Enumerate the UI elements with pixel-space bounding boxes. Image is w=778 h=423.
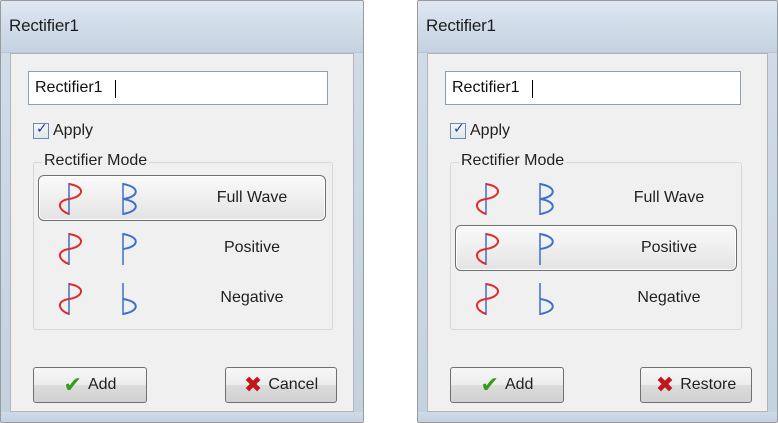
mode-full-wave[interactable]: Full Wave — [455, 175, 737, 221]
checkmark-icon: ✔ — [63, 372, 82, 398]
name-input[interactable] — [445, 71, 741, 105]
mode-positive[interactable]: Positive — [455, 225, 737, 271]
rectifier-dialog-left: Rectifier1 Apply Rectifier Mode Full Wav… — [0, 0, 364, 423]
mode-label: Full Wave — [633, 189, 705, 206]
rectifier-mode-group: Rectifier Mode Full Wave Positive Negati… — [33, 152, 333, 330]
window-frame — [354, 53, 363, 422]
positive-half-wave-icon — [539, 233, 554, 265]
window-frame — [418, 412, 777, 422]
group-label: Rectifier Mode — [459, 152, 567, 170]
sine-wave-icon — [476, 183, 499, 215]
sine-wave-icon — [59, 183, 82, 215]
mode-label: Positive — [640, 239, 698, 256]
name-input[interactable] — [28, 71, 328, 105]
rectifier-mode-group: Rectifier Mode Full Wave Positive Negati… — [450, 152, 742, 330]
mode-negative[interactable]: Negative — [455, 275, 737, 321]
mode-label: Positive — [223, 239, 281, 256]
window-frame — [768, 53, 777, 422]
apply-checkbox[interactable] — [33, 121, 49, 139]
apply-label: Apply — [470, 122, 511, 139]
add-button-label: Add — [87, 376, 117, 393]
restore-button[interactable]: ✖ Restore — [640, 367, 752, 403]
add-button-label: Add — [504, 376, 534, 393]
positive-half-wave-icon — [122, 233, 137, 265]
cancel-button-label: Cancel — [268, 376, 319, 393]
text-caret — [115, 80, 116, 98]
negative-half-wave-icon — [539, 283, 554, 315]
mode-positive[interactable]: Positive — [38, 225, 326, 271]
dialog-title: Rectifier1 — [9, 16, 79, 35]
sine-wave-icon — [59, 283, 82, 315]
sine-wave-icon — [476, 233, 499, 265]
mode-full-wave[interactable]: Full Wave — [38, 175, 326, 221]
text-caret — [532, 80, 533, 98]
sine-wave-icon — [59, 233, 82, 265]
dialog-client-area: Apply Rectifier Mode Full Wave — [10, 53, 354, 412]
dialog-titlebar[interactable]: Rectifier1 — [418, 1, 777, 53]
mode-label: Full Wave — [216, 189, 288, 206]
add-button[interactable]: ✔ Add — [33, 367, 147, 403]
negative-half-wave-icon — [122, 283, 137, 315]
rectifier-dialog-right: Rectifier1 Apply Rectifier Mode Full Wav… — [417, 0, 778, 423]
sine-wave-icon — [476, 283, 499, 315]
apply-checkbox-row[interactable]: Apply — [450, 121, 510, 141]
dialog-client-area: Apply Rectifier Mode Full Wave — [427, 53, 768, 412]
dialog-title: Rectifier1 — [426, 16, 496, 35]
mode-label: Negative — [220, 289, 284, 306]
group-label: Rectifier Mode — [42, 152, 150, 170]
apply-checkbox[interactable] — [450, 121, 466, 139]
cancel-button[interactable]: ✖ Cancel — [225, 367, 337, 403]
full-wave-rectified-icon — [122, 183, 137, 215]
mode-label: Negative — [637, 289, 701, 306]
window-frame — [1, 53, 10, 422]
x-icon: ✖ — [243, 372, 263, 398]
dialog-titlebar[interactable]: Rectifier1 — [1, 1, 363, 53]
add-button[interactable]: ✔ Add — [450, 367, 564, 403]
x-icon: ✖ — [655, 372, 675, 398]
apply-checkbox-row[interactable]: Apply — [33, 121, 93, 141]
full-wave-rectified-icon — [539, 183, 554, 215]
mode-negative[interactable]: Negative — [38, 275, 326, 321]
window-frame — [418, 53, 427, 422]
window-frame — [1, 412, 363, 422]
restore-button-label: Restore — [680, 376, 737, 393]
checkmark-icon: ✔ — [480, 372, 499, 398]
apply-label: Apply — [53, 122, 94, 139]
